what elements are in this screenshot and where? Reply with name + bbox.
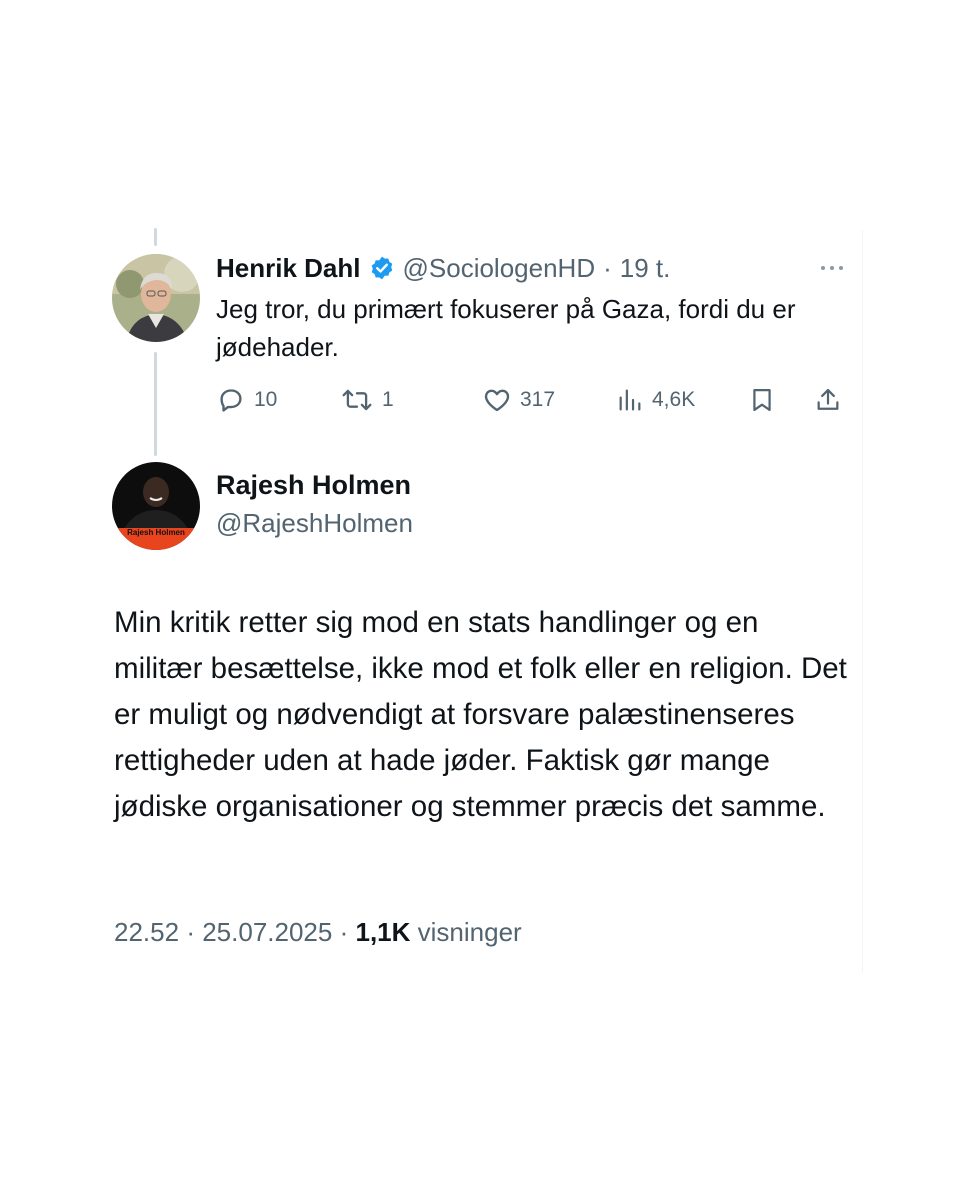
parent-author-handle[interactable]: @SociologenHD — [403, 253, 596, 284]
header-separator: · — [603, 252, 612, 283]
meta-separator-2: · — [339, 917, 349, 947]
views-icon — [616, 385, 644, 415]
retweet-count: 1 — [382, 388, 394, 411]
bookmark-icon — [748, 385, 776, 415]
avatar-name-label: Rajesh Holmen — [127, 528, 185, 537]
reply-icon — [216, 385, 246, 415]
verified-badge-icon — [369, 255, 395, 281]
like-count: 317 — [520, 388, 556, 411]
parent-author-name[interactable]: Henrik Dahl — [216, 253, 361, 284]
main-author-name[interactable]: Rajesh Holmen — [216, 470, 411, 501]
share-button[interactable] — [814, 380, 842, 420]
tweet-views-count: 1,1K — [355, 917, 411, 947]
main-tweet-text: Min kritik retter sig mod en stats handl… — [114, 606, 847, 823]
views-count: 4,6K — [652, 388, 696, 411]
retweet-button[interactable]: 1 — [340, 380, 394, 420]
tweet-date[interactable]: 25.07.2025 — [202, 917, 332, 947]
parent-author-avatar[interactable] — [112, 254, 200, 342]
more-options-icon[interactable] — [812, 256, 852, 280]
views-button[interactable]: 4,6K — [616, 380, 695, 420]
thread-line-connector — [154, 352, 157, 456]
thread-line-top — [154, 228, 157, 246]
card-edge — [862, 230, 863, 972]
like-icon — [482, 385, 512, 415]
main-author-handle[interactable]: @RajeshHolmen — [216, 508, 413, 539]
retweet-icon — [340, 385, 374, 415]
reply-button[interactable]: 10 — [216, 380, 277, 420]
reply-count: 10 — [254, 388, 278, 411]
main-author-avatar[interactable]: Rajesh Holmen — [112, 462, 200, 550]
like-button[interactable]: 317 — [482, 380, 555, 420]
tweet-metadata: 22.52 · 25.07.2025 · 1,1K visninger — [114, 917, 522, 948]
parent-tweet-time[interactable]: 19 t. — [620, 253, 671, 284]
parent-tweet-header: Henrik Dahl @SociologenHD · 19 t. — [216, 250, 670, 286]
bookmark-button[interactable] — [748, 380, 776, 420]
parent-tweet-text: Jeg tror, du primært fokuserer på Gaza, … — [216, 294, 796, 362]
meta-separator-1: · — [186, 917, 195, 947]
tweet-views-label: visninger — [417, 917, 522, 947]
tweet-time[interactable]: 22.52 — [114, 917, 179, 947]
share-icon — [814, 385, 842, 415]
parent-tweet-actions: 10 1 317 4,6K — [216, 380, 856, 420]
